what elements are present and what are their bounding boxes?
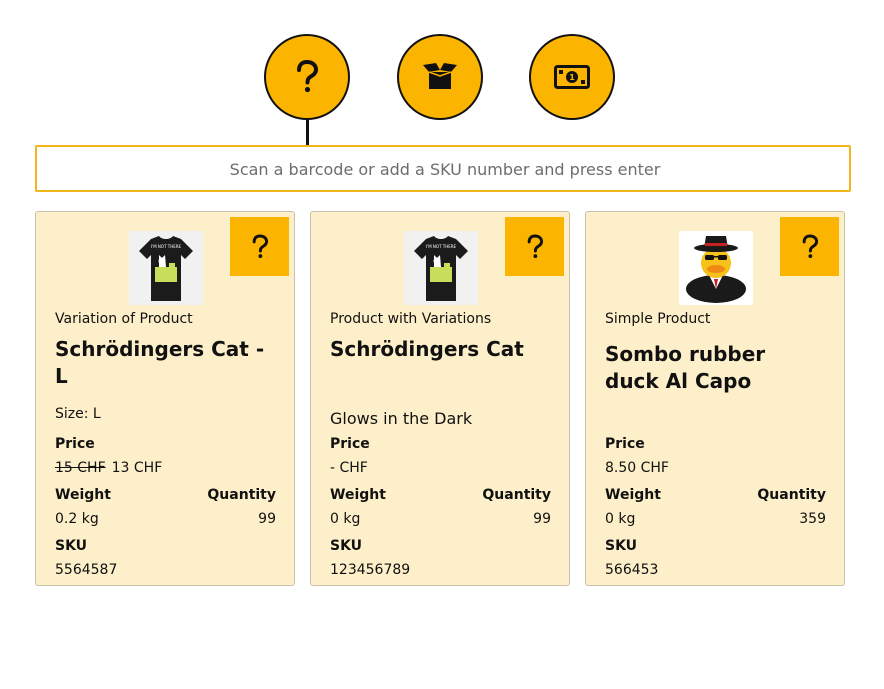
question-icon bbox=[802, 234, 818, 258]
product-type: Product with Variations bbox=[330, 311, 492, 327]
product-image: I'M NOT THERE bbox=[404, 231, 478, 305]
product-help-button[interactable] bbox=[505, 217, 564, 276]
quantity-value: 99 bbox=[258, 511, 276, 527]
weight-label: Weight bbox=[605, 487, 661, 503]
quantity-label: Quantity bbox=[757, 487, 826, 503]
money-bill-icon: 1 bbox=[554, 65, 590, 89]
sale-price: 13 CHF bbox=[111, 460, 163, 476]
product-image: I'M NOT THERE bbox=[129, 231, 203, 305]
product-card: Simple Product Sombo rubber duck Al Capo… bbox=[585, 211, 845, 586]
product-help-button[interactable] bbox=[230, 217, 289, 276]
weight-label: Weight bbox=[55, 487, 111, 503]
product-name: Schrödingers Cat bbox=[330, 337, 524, 361]
quantity-value: 359 bbox=[799, 511, 826, 527]
sku-value: 123456789 bbox=[330, 562, 411, 578]
product-attribute: Size: L bbox=[55, 406, 101, 422]
quantity-value: 99 bbox=[533, 511, 551, 527]
scan-input[interactable] bbox=[37, 147, 853, 192]
product-type: Variation of Product bbox=[55, 311, 193, 327]
sku-label: SKU bbox=[605, 538, 638, 554]
scan-field[interactable] bbox=[35, 145, 853, 192]
quantity-label: Quantity bbox=[207, 487, 276, 503]
price-label: Price bbox=[605, 436, 645, 452]
product-description: Glows in the Dark bbox=[330, 409, 473, 428]
price-value: - CHF bbox=[330, 460, 368, 476]
svg-text:I'M NOT THERE: I'M NOT THERE bbox=[151, 244, 182, 249]
price-value: 15 CHF 13 CHF bbox=[55, 460, 162, 476]
regular-price: 15 CHF bbox=[55, 460, 106, 476]
gangster-rubber-duck-image bbox=[679, 231, 753, 305]
sku-label: SKU bbox=[55, 538, 88, 554]
inventory-mode-button[interactable] bbox=[397, 34, 483, 120]
quantity-label: Quantity bbox=[482, 487, 551, 503]
weight-label: Weight bbox=[330, 487, 386, 503]
weight-value: 0 kg bbox=[605, 511, 636, 527]
price-value: 8.50 CHF bbox=[605, 460, 669, 476]
product-card: I'M NOT THERE Variation of Product Schrö… bbox=[35, 211, 295, 586]
help-mode-button[interactable] bbox=[264, 34, 350, 120]
sku-value: 5564587 bbox=[55, 562, 118, 578]
svg-text:1: 1 bbox=[569, 73, 575, 82]
sku-value: 566453 bbox=[605, 562, 659, 578]
product-name: Schrödingers Cat - L bbox=[55, 337, 265, 388]
open-box-icon bbox=[423, 63, 457, 89]
question-icon bbox=[527, 234, 543, 258]
black-tshirt-cat-image: I'M NOT THERE bbox=[404, 231, 478, 305]
weight-value: 0 kg bbox=[330, 511, 361, 527]
question-icon bbox=[297, 60, 319, 93]
sales-mode-button[interactable]: 1 bbox=[529, 34, 615, 120]
product-name: Sombo rubber duck Al Capo bbox=[605, 342, 766, 393]
price-label: Price bbox=[55, 436, 95, 452]
product-type: Simple Product bbox=[605, 311, 711, 327]
product-card: I'M NOT THERE Product with Variations Sc… bbox=[310, 211, 570, 586]
weight-value: 0.2 kg bbox=[55, 511, 99, 527]
price-label: Price bbox=[330, 436, 370, 452]
question-icon bbox=[252, 234, 268, 258]
product-help-button[interactable] bbox=[780, 217, 839, 276]
black-tshirt-cat-image: I'M NOT THERE bbox=[129, 231, 203, 305]
sku-label: SKU bbox=[330, 538, 363, 554]
product-image bbox=[679, 231, 753, 305]
svg-text:I'M NOT THERE: I'M NOT THERE bbox=[426, 244, 457, 249]
active-mode-indicator bbox=[306, 120, 309, 147]
